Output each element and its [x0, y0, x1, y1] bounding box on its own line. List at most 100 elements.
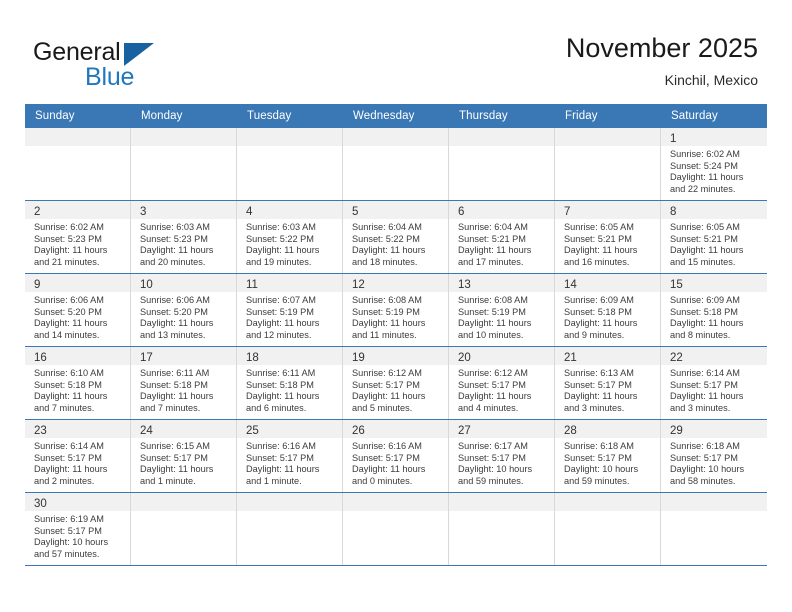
- day-cell[interactable]: 2 Sunrise: 6:02 AM Sunset: 5:23 PM Daylight…: [25, 201, 131, 273]
- day-number: 5: [352, 206, 359, 218]
- generalblue-logo[interactable]: General Blue: [33, 38, 223, 91]
- day-cell[interactable]: 12 Sunrise: 6:08 AM Sunset: 5:19 PM Dayligh…: [343, 274, 449, 346]
- day-cell[interactable]: 6 Sunrise: 6:04 AM Sunset: 5:21 PM Daylight…: [449, 201, 555, 273]
- sunset-text: Sunset: 5:22 PM: [246, 233, 314, 244]
- sunrise-text: Sunrise: 6:04 AM: [458, 222, 528, 232]
- day-number: 4: [246, 206, 253, 218]
- day-cell[interactable]: 26 Sunrise: 6:16 AM Sunset: 5:17 PM Dayligh…: [343, 420, 449, 492]
- day-cell[interactable]: 13 Sunrise: 6:08 AM Sunset: 5:19 PM Dayligh…: [449, 274, 555, 346]
- daylight-text-line1: Daylight: 11 hours: [140, 245, 214, 256]
- weekday-header-tuesday: Tuesday: [247, 110, 292, 122]
- day-details: Sunrise: 6:03 AM Sunset: 5:22 PM Daylight:…: [237, 219, 342, 268]
- sunrise-text: Sunrise: 6:18 AM: [670, 441, 740, 451]
- sunset-text: Sunset: 5:21 PM: [564, 233, 632, 244]
- day-cell[interactable]: 7 Sunrise: 6:05 AM Sunset: 5:21 PM Daylight…: [555, 201, 661, 273]
- day-number-band: 30: [25, 493, 130, 511]
- day-number: 16: [34, 352, 47, 364]
- day-number-band: 4: [237, 201, 342, 219]
- day-cell[interactable]: 23 Sunrise: 6:14 AM Sunset: 5:17 PM Dayligh…: [25, 420, 131, 492]
- sunrise-text: Sunrise: 6:02 AM: [34, 222, 104, 232]
- daylight-text-line2: and 17 minutes.: [458, 256, 524, 267]
- daylight-text-line2: and 7 minutes.: [140, 402, 201, 413]
- day-cell[interactable]: 19 Sunrise: 6:12 AM Sunset: 5:17 PM Dayligh…: [343, 347, 449, 419]
- sunset-text: Sunset: 5:18 PM: [246, 379, 314, 390]
- day-cell[interactable]: 27 Sunrise: 6:17 AM Sunset: 5:17 PM Dayligh…: [449, 420, 555, 492]
- sunrise-text: Sunrise: 6:04 AM: [352, 222, 422, 232]
- day-cell-empty: [25, 128, 131, 200]
- day-cell[interactable]: 1 Sunrise: 6:02 AM Sunset: 5:24 PM Daylight…: [661, 128, 767, 200]
- day-cell[interactable]: 24 Sunrise: 6:15 AM Sunset: 5:17 PM Dayligh…: [131, 420, 237, 492]
- daylight-text-line1: Daylight: 11 hours: [670, 318, 744, 329]
- day-number-band: 19: [343, 347, 448, 365]
- day-cell[interactable]: 5 Sunrise: 6:04 AM Sunset: 5:22 PM Daylight…: [343, 201, 449, 273]
- day-details: Sunrise: 6:14 AM Sunset: 5:17 PM Daylight:…: [25, 438, 130, 487]
- day-cell[interactable]: 17 Sunrise: 6:11 AM Sunset: 5:18 PM Dayligh…: [131, 347, 237, 419]
- sunrise-text: Sunrise: 6:10 AM: [34, 368, 104, 378]
- day-cell[interactable]: 4 Sunrise: 6:03 AM Sunset: 5:22 PM Daylight…: [237, 201, 343, 273]
- daylight-text-line1: Daylight: 11 hours: [246, 391, 320, 402]
- daylight-text-line1: Daylight: 11 hours: [34, 245, 108, 256]
- sunrise-text: Sunrise: 6:03 AM: [246, 222, 316, 232]
- day-cell[interactable]: 3 Sunrise: 6:03 AM Sunset: 5:23 PM Daylight…: [131, 201, 237, 273]
- day-cell[interactable]: 8 Sunrise: 6:05 AM Sunset: 5:21 PM Daylight…: [661, 201, 767, 273]
- day-number: 19: [352, 352, 365, 364]
- sunset-text: Sunset: 5:19 PM: [458, 306, 526, 317]
- day-cell[interactable]: 28 Sunrise: 6:18 AM Sunset: 5:17 PM Dayligh…: [555, 420, 661, 492]
- day-number-band: [131, 493, 236, 511]
- day-number-band: [555, 128, 660, 146]
- day-cell[interactable]: 10 Sunrise: 6:06 AM Sunset: 5:20 PM Dayligh…: [131, 274, 237, 346]
- day-number-band: 1: [661, 128, 767, 146]
- day-cell[interactable]: 30 Sunrise: 6:19 AM Sunset: 5:17 PM Dayligh…: [25, 493, 131, 565]
- daylight-text-line1: Daylight: 10 hours: [458, 464, 533, 475]
- daylight-text-line1: Daylight: 11 hours: [140, 318, 214, 329]
- daylight-text-line1: Daylight: 11 hours: [458, 245, 532, 256]
- week-row: 1 Sunrise: 6:02 AM Sunset: 5:24 PM Daylight…: [25, 128, 767, 200]
- sunrise-text: Sunrise: 6:02 AM: [670, 149, 740, 159]
- daylight-text-line2: and 5 minutes.: [352, 402, 413, 413]
- day-cell[interactable]: 21 Sunrise: 6:13 AM Sunset: 5:17 PM Dayligh…: [555, 347, 661, 419]
- day-details: Sunrise: 6:13 AM Sunset: 5:17 PM Daylight:…: [555, 365, 660, 414]
- day-cell[interactable]: 11 Sunrise: 6:07 AM Sunset: 5:19 PM Dayligh…: [237, 274, 343, 346]
- sunset-text: Sunset: 5:18 PM: [564, 306, 632, 317]
- sunset-text: Sunset: 5:17 PM: [458, 379, 526, 390]
- day-cell[interactable]: 22 Sunrise: 6:14 AM Sunset: 5:17 PM Dayligh…: [661, 347, 767, 419]
- day-number: 25: [246, 425, 259, 437]
- day-cell[interactable]: 18 Sunrise: 6:11 AM Sunset: 5:18 PM Dayligh…: [237, 347, 343, 419]
- daylight-text-line1: Daylight: 11 hours: [34, 391, 108, 402]
- day-cell[interactable]: 15 Sunrise: 6:09 AM Sunset: 5:18 PM Dayligh…: [661, 274, 767, 346]
- sunrise-text: Sunrise: 6:06 AM: [34, 295, 104, 305]
- day-cell[interactable]: 29 Sunrise: 6:18 AM Sunset: 5:17 PM Dayligh…: [661, 420, 767, 492]
- day-cell[interactable]: 16 Sunrise: 6:10 AM Sunset: 5:18 PM Dayligh…: [25, 347, 131, 419]
- sunrise-text: Sunrise: 6:08 AM: [458, 295, 528, 305]
- day-number: 7: [564, 206, 571, 218]
- day-number: 30: [34, 498, 47, 510]
- day-cell-empty: [555, 493, 661, 565]
- daylight-text-line2: and 22 minutes.: [670, 183, 736, 194]
- day-number: 12: [352, 279, 365, 291]
- day-number: 24: [140, 425, 153, 437]
- daylight-text-line1: Daylight: 11 hours: [670, 172, 744, 183]
- daylight-text-line1: Daylight: 10 hours: [564, 464, 639, 475]
- day-cell[interactable]: 25 Sunrise: 6:16 AM Sunset: 5:17 PM Dayligh…: [237, 420, 343, 492]
- daylight-text-line1: Daylight: 11 hours: [564, 245, 638, 256]
- week-row: 9 Sunrise: 6:06 AM Sunset: 5:20 PM Daylight…: [25, 273, 767, 346]
- daylight-text-line1: Daylight: 11 hours: [458, 318, 532, 329]
- daylight-text-line2: and 19 minutes.: [246, 256, 312, 267]
- day-number-band: 15: [661, 274, 767, 292]
- daylight-text-line2: and 13 minutes.: [140, 329, 206, 340]
- day-details: Sunrise: 6:12 AM Sunset: 5:17 PM Daylight:…: [343, 365, 448, 414]
- day-cell[interactable]: 14 Sunrise: 6:09 AM Sunset: 5:18 PM Dayligh…: [555, 274, 661, 346]
- daylight-text-line2: and 7 minutes.: [34, 402, 95, 413]
- weekday-header-sunday: Sunday: [35, 110, 75, 122]
- day-cell-empty: [237, 128, 343, 200]
- day-number-band: 23: [25, 420, 130, 438]
- sunset-text: Sunset: 5:17 PM: [458, 452, 526, 463]
- daylight-text-line2: and 59 minutes.: [458, 475, 524, 486]
- title-block: November 2025 Kinchil, Mexico: [566, 32, 758, 90]
- day-number-band: 27: [449, 420, 554, 438]
- day-number-band: 6: [449, 201, 554, 219]
- sunset-text: Sunset: 5:20 PM: [140, 306, 208, 317]
- day-cell[interactable]: 20 Sunrise: 6:12 AM Sunset: 5:17 PM Dayligh…: [449, 347, 555, 419]
- day-cell[interactable]: 9 Sunrise: 6:06 AM Sunset: 5:20 PM Daylight…: [25, 274, 131, 346]
- week-row: 23 Sunrise: 6:14 AM Sunset: 5:17 PM Dayligh…: [25, 419, 767, 492]
